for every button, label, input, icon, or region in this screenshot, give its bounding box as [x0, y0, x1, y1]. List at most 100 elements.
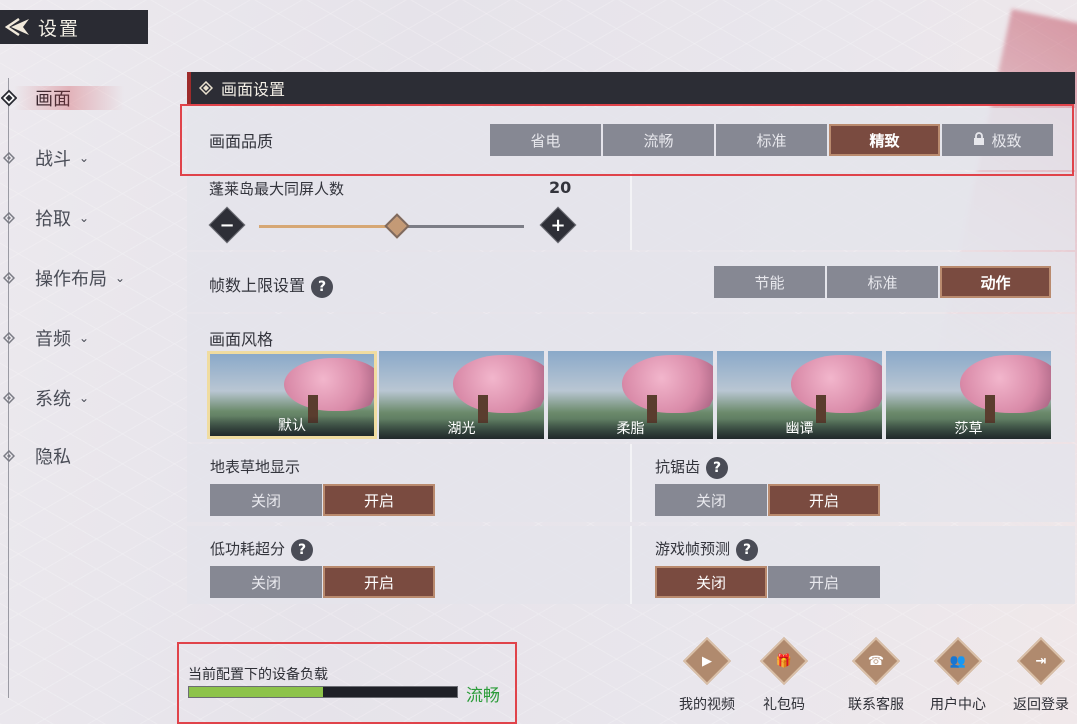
sidebar-item-label: 隐私 — [35, 447, 71, 468]
quality-row: 画面品质 省电 流畅 标准 精致 极致 — [187, 108, 1075, 170]
style-option-label: 幽谭 — [717, 419, 882, 439]
crowd-decrease-button[interactable]: − — [208, 206, 246, 244]
crowd-slider-thumb[interactable] — [384, 213, 410, 239]
crowd-slider-fill — [259, 225, 397, 228]
help-icon[interactable]: ? — [736, 538, 759, 561]
page-title: 设置 — [38, 17, 81, 40]
fps-row: 帧数上限设置? 节能 标准 动作 — [187, 252, 1075, 312]
bottom-button-label: 用户中心 — [930, 697, 986, 713]
sidebar-item-system[interactable]: 系统 ⌄ — [0, 378, 89, 418]
upscale-off-button[interactable]: 关闭 — [210, 566, 322, 598]
my-videos-button[interactable]: ▶ 我的视频 — [671, 636, 743, 714]
crowd-label: 蓬莱岛最大同屏人数 — [209, 180, 345, 198]
aa-off-button[interactable]: 关闭 — [655, 484, 767, 516]
bottom-button-label: 礼包码 — [763, 697, 805, 713]
sidebar-item-label: 系统 — [35, 389, 71, 410]
minus-icon: − — [219, 214, 235, 236]
style-option-deep[interactable]: 幽谭 — [717, 351, 882, 439]
gift-code-button[interactable]: 🎁 礼包码 — [748, 636, 820, 714]
style-option-lake[interactable]: 湖光 — [379, 351, 544, 439]
aa-toggle: 关闭 开启 — [655, 484, 881, 516]
upscale-toggle: 关闭 开启 — [210, 566, 436, 598]
lock-icon — [973, 131, 985, 149]
divider — [630, 526, 632, 604]
framepred-off-button[interactable]: 关闭 — [655, 566, 767, 598]
headset-icon: ☎ — [851, 636, 901, 686]
sidebar-item-audio[interactable]: 音频 ⌄ — [0, 318, 89, 358]
sidebar-item-combat[interactable]: 战斗 ⌄ — [0, 138, 89, 178]
quality-option-smooth[interactable]: 流畅 — [603, 124, 714, 156]
style-option-default[interactable]: 默认 — [207, 351, 377, 439]
device-load-status: 流畅 — [466, 686, 500, 706]
quality-option-ultimate[interactable]: 极致 — [942, 124, 1053, 156]
diamond-icon — [1, 150, 17, 166]
sidebar-item-privacy[interactable]: 隐私 — [0, 436, 71, 476]
aa-on-button[interactable]: 开启 — [768, 484, 880, 516]
help-icon[interactable]: ? — [706, 456, 729, 479]
grass-toggle: 关闭 开启 — [210, 484, 436, 516]
user-center-button[interactable]: 👥 用户中心 — [922, 636, 994, 714]
help-icon[interactable]: ? — [291, 538, 314, 561]
grass-on-button[interactable]: 开启 — [323, 484, 435, 516]
style-label: 画面风格 — [209, 330, 274, 349]
style-option-label: 湖光 — [379, 419, 544, 439]
diamond-icon — [1, 390, 17, 406]
sidebar-item-label: 音频 — [35, 329, 71, 350]
fps-option-eco[interactable]: 节能 — [714, 266, 825, 298]
style-option-sedge[interactable]: 莎草 — [886, 351, 1051, 439]
customer-service-button[interactable]: ☎ 联系客服 — [840, 636, 912, 714]
fps-selector: 节能 标准 动作 — [714, 266, 1053, 298]
crowd-increase-button[interactable]: + — [539, 206, 577, 244]
aa-label: 抗锯齿? — [655, 456, 729, 479]
quality-option-fine[interactable]: 精致 — [829, 124, 940, 156]
style-option-label: 默认 — [210, 416, 374, 436]
framepred-label: 游戏帧预测? — [655, 538, 759, 561]
quality-option-standard[interactable]: 标准 — [716, 124, 827, 156]
chevron-down-icon: ⌄ — [115, 271, 126, 285]
device-load: 当前配置下的设备负载 流畅 — [188, 664, 500, 706]
sidebar-item-label: 画面 — [35, 89, 71, 110]
diamond-icon — [1, 210, 17, 226]
chevron-down-icon: ⌄ — [79, 151, 90, 165]
style-option-soft[interactable]: 柔脂 — [548, 351, 713, 439]
quality-label: 画面品质 — [209, 132, 274, 151]
device-load-bar-fill — [189, 687, 323, 697]
play-icon: ▶ — [682, 636, 732, 686]
upscale-label: 低功耗超分? — [210, 538, 314, 561]
quality-option-powersave[interactable]: 省电 — [490, 124, 601, 156]
diamond-icon — [1, 448, 17, 464]
settings-panel: 画面设置 画面品质 省电 流畅 标准 精致 极致 蓬莱岛最大同屏人数 20 − … — [187, 72, 1075, 442]
sidebar-item-label: 操作布局 — [35, 269, 107, 290]
framepred-toggle: 关闭 开启 — [655, 566, 881, 598]
chevron-down-icon: ⌄ — [79, 331, 90, 345]
bottom-button-label: 联系客服 — [848, 697, 904, 713]
style-option-label: 莎草 — [886, 419, 1051, 439]
chevron-down-icon: ⌄ — [79, 391, 90, 405]
plus-icon: + — [550, 214, 566, 236]
device-load-bar — [188, 686, 458, 698]
sidebar-item-label: 拾取 — [35, 209, 71, 230]
style-option-label: 柔脂 — [548, 419, 713, 439]
crowd-value: 20 — [549, 178, 572, 197]
sidebar-item-label: 战斗 — [35, 149, 71, 170]
bottom-button-label: 返回登录 — [1013, 697, 1069, 713]
grass-off-button[interactable]: 关闭 — [210, 484, 322, 516]
help-icon[interactable]: ? — [311, 275, 334, 298]
diamond-icon — [1, 270, 17, 286]
back-to-login-button[interactable]: ⇥ 返回登录 — [1005, 636, 1077, 714]
framepred-on-button[interactable]: 开启 — [768, 566, 880, 598]
diamond-icon — [1, 89, 17, 107]
fps-option-action[interactable]: 动作 — [940, 266, 1051, 298]
upscale-on-button[interactable]: 开启 — [323, 566, 435, 598]
chevron-down-icon: ⌄ — [79, 211, 90, 225]
sidebar-item-layout[interactable]: 操作布局 ⌄ — [0, 258, 125, 298]
grass-label: 地表草地显示 — [210, 458, 301, 476]
quality-selector: 省电 流畅 标准 精致 极致 — [490, 124, 1055, 156]
fps-option-standard[interactable]: 标准 — [827, 266, 938, 298]
users-icon: 👥 — [933, 636, 983, 686]
bottom-button-label: 我的视频 — [679, 697, 735, 713]
section-title: 画面设置 — [221, 80, 286, 99]
sidebar-item-display[interactable]: 画面 — [0, 78, 124, 118]
sidebar-item-pickup[interactable]: 拾取 ⌄ — [0, 198, 89, 238]
back-arrow-icon[interactable] — [0, 17, 36, 37]
